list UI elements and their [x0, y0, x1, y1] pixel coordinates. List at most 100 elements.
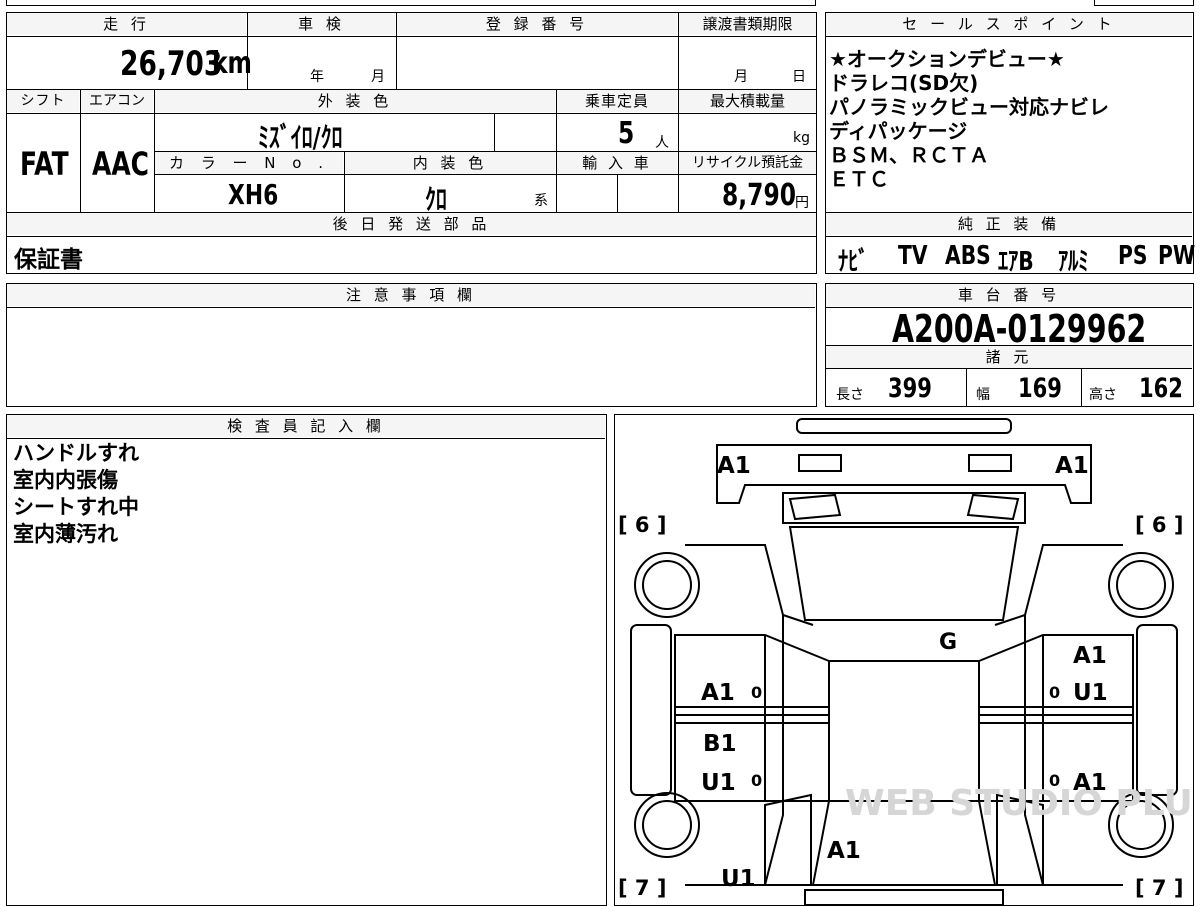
transfer-day-label: 日: [792, 69, 806, 85]
mark-front-left: A1: [717, 453, 751, 479]
mark-left-rear-top: B1: [703, 731, 737, 757]
header-later-parts: 後 日 発 送 部 品: [7, 213, 816, 235]
later-parts-value: 保証書: [14, 247, 83, 273]
mark-roof-rear: A1: [827, 838, 861, 864]
recycle-fee-unit: 円: [795, 195, 809, 211]
inspector-header: 検 査 員 記 入 欄: [7, 415, 605, 437]
top-right-strip: [1094, 0, 1194, 6]
roof: [828, 660, 980, 802]
mark-front-right: A1: [1055, 453, 1089, 479]
exterior-color-value: ﾐｽﾞｲﾛ/ｸﾛ: [258, 121, 343, 154]
shift-value: FAT: [20, 145, 69, 183]
inspector-box: 検 査 員 記 入 欄 ハンドルすれ 室内内張傷 シートすれ中 室内薄汚れ: [6, 414, 607, 906]
header-mileage: 走 行: [7, 13, 246, 35]
equip-pw: PW: [1158, 241, 1196, 271]
front-panel: [716, 444, 1092, 504]
mark-zero: 0: [751, 771, 762, 790]
left-rear-quarter: [764, 793, 812, 886]
sales-point-line: ドラレコ(SD欠): [829, 71, 979, 95]
genuine-equipment-list: ﾅﾋﾞ TV ABS ｴｱB ｱﾙﾐ PS PW: [838, 239, 1196, 277]
inspector-note: 室内内張傷: [13, 468, 118, 492]
mark-left-rear-door: U1: [701, 770, 736, 796]
header-inspection: 車 検: [248, 13, 395, 35]
right-front-door: [978, 634, 1134, 716]
top-strip: [6, 0, 816, 6]
sales-point-line: パノラミックビュー対応ナビレ: [829, 95, 1109, 119]
header-capacity: 乗車定員: [557, 90, 677, 112]
sales-point-line: ディパッケージ: [829, 119, 968, 143]
capacity-value: 5: [618, 116, 635, 151]
inspector-note: 室内薄汚れ: [13, 522, 118, 546]
max-load-unit: kg: [793, 130, 810, 146]
windshield: [788, 526, 1020, 621]
chassis-box: 車 台 番 号 A200A-0129962 諸 元 長さ 399 幅 169 高…: [825, 283, 1194, 407]
sales-point-line: ＥＴＣ: [829, 167, 889, 191]
sales-point-line: ★オークションデビュー★: [829, 47, 1065, 71]
front-left-wheel: [634, 552, 700, 618]
header-interior-color: 内 装 色: [345, 152, 555, 174]
damage-diagram-box: WEB STUDIO PLUS A1 A1 [ 6 ] [ 6 ] G A1 0…: [614, 414, 1194, 906]
inspector-note: ハンドルすれ: [13, 441, 139, 465]
spec-header: 諸 元: [826, 346, 1192, 368]
rear-bumper: [804, 889, 1004, 905]
interior-color-suffix: 系: [534, 193, 548, 209]
header-registration: 登 録 番 号: [397, 13, 677, 35]
equip-alloy: ｱﾙﾐ: [1058, 247, 1089, 277]
inspector-notes: ハンドルすれ 室内内張傷 シートすれ中 室内薄汚れ: [13, 440, 139, 548]
sales-point-line: ＢＳＭ、ＲＣＴＡ: [829, 143, 989, 167]
hood-detail-right: [966, 493, 1020, 521]
watermark: WEB STUDIO PLUS: [845, 783, 1193, 824]
mileage-unit: km: [212, 46, 252, 81]
equip-navi: ﾅﾋﾞ: [838, 247, 869, 277]
header-import: 輸 入 車: [557, 152, 677, 174]
equip-tv: TV: [898, 241, 928, 271]
mark-right-rear-door: A1: [1073, 770, 1107, 796]
genuine-equipment-header: 純 正 装 備: [826, 213, 1192, 235]
color-no-value: XH6: [228, 178, 279, 211]
mark-left-front-door: A1: [701, 680, 735, 706]
hood-detail-left: [788, 493, 842, 521]
caution-header: 注 意 事 項 欄: [7, 284, 815, 306]
rear-left-wheel: [634, 792, 700, 858]
mark-wheel-fr: [ 6 ]: [1135, 513, 1183, 537]
height-label: 高さ: [1089, 387, 1117, 403]
hood: [782, 492, 1026, 524]
sales-points-list: ★オークションデビュー★ ドラレコ(SD欠) パノラミックビュー対応ナビレ ディ…: [829, 47, 1109, 191]
chassis-header: 車 台 番 号: [826, 284, 1192, 306]
header-shift: シフト: [7, 90, 79, 112]
length-label: 長さ: [836, 387, 864, 403]
equip-airbag: ｴｱB: [998, 247, 1034, 277]
equip-ps: PS: [1118, 241, 1148, 271]
length-value: 399: [888, 373, 932, 404]
header-exterior-color: 外 装 色: [155, 90, 555, 112]
mark-zero: 0: [1049, 771, 1060, 790]
sales-points-box: セ ー ル ス ポ イ ン ト ★オークションデビュー★ ドラレコ(SD欠) パ…: [825, 12, 1196, 277]
mark-wheel-fl: [ 6 ]: [618, 513, 666, 537]
right-headlight: [968, 454, 1012, 472]
header-recycle-fee: リサイクル預託金: [679, 152, 816, 174]
equip-abs: ABS: [945, 241, 991, 271]
caution-box: 注 意 事 項 欄: [6, 283, 817, 407]
mark-zero: 0: [751, 683, 762, 702]
mark-wheel-rl: [ 7 ]: [618, 876, 666, 900]
header-max-load: 最大積載量: [679, 90, 816, 112]
width-value: 169: [1018, 373, 1062, 404]
mark-rear-left: U1: [721, 866, 756, 892]
mark-zero: 0: [1049, 683, 1060, 702]
height-value: 162: [1139, 373, 1183, 404]
left-front-door: [674, 634, 830, 716]
mark-right-front-door: U1: [1073, 680, 1108, 706]
front-bumper: [796, 418, 1012, 434]
inspector-note: シートすれ中: [13, 495, 139, 519]
width-label: 幅: [976, 387, 990, 403]
front-right-wheel: [1108, 552, 1174, 618]
capacity-unit: 人: [655, 135, 669, 151]
header-transfer-deadline: 譲渡書類期限: [679, 13, 816, 35]
right-sill: [1136, 624, 1178, 796]
left-headlight: [798, 454, 842, 472]
mark-right-front-top: A1: [1073, 643, 1107, 669]
sales-points-header: セ ー ル ス ポ イ ン ト: [826, 13, 1192, 35]
header-aircon: エアコン: [81, 90, 153, 112]
car-diagram: WEB STUDIO PLUS A1 A1 [ 6 ] [ 6 ] G A1 0…: [618, 418, 1193, 905]
mark-windshield: G: [939, 630, 957, 655]
